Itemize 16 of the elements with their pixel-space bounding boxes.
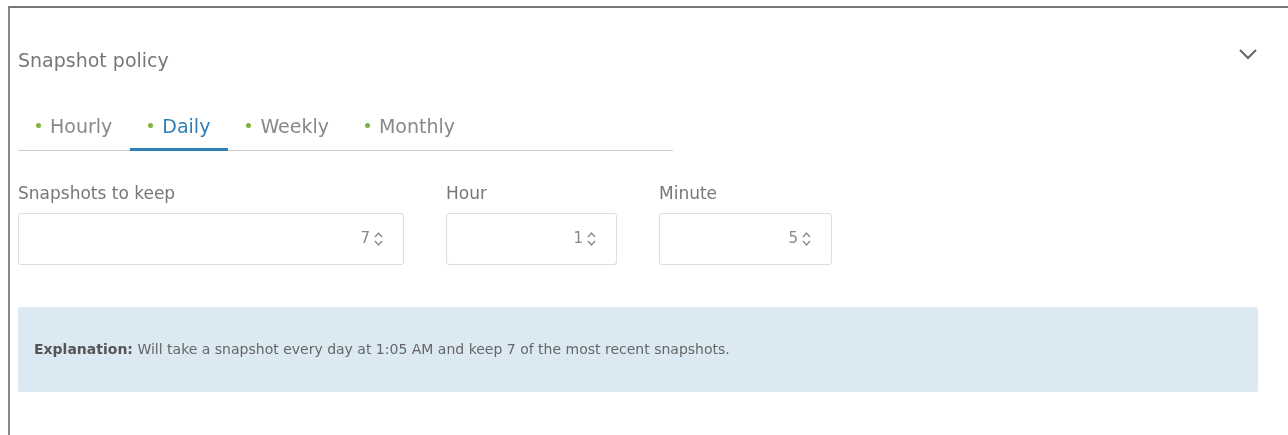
field-label: Minute [659, 182, 719, 205]
number-field[interactable]: 5 [659, 212, 832, 265]
explanation-text: Explanation: Will take a snapshot every day at 1:05 AM and keep 7 of the most recent snapshots. [18, 306, 1258, 392]
panel-title: Snapshot policy [18, 48, 169, 73]
spinner-icon[interactable] [374, 230, 383, 247]
tab[interactable]: Daily [130, 107, 229, 151]
number-field[interactable]: 1 [446, 212, 617, 265]
number-field[interactable]: 7 [18, 212, 404, 265]
field-label: Snapshots to keep [18, 182, 177, 205]
tab[interactable]: Monthly [346, 107, 474, 151]
tab[interactable]: Weekly [228, 107, 347, 151]
spinner-icon[interactable] [802, 230, 811, 247]
chevron-icon[interactable] [1238, 48, 1258, 60]
tab[interactable]: Hourly [18, 107, 131, 151]
spinner-icon[interactable] [587, 230, 596, 247]
field-label: Hour [446, 182, 488, 205]
